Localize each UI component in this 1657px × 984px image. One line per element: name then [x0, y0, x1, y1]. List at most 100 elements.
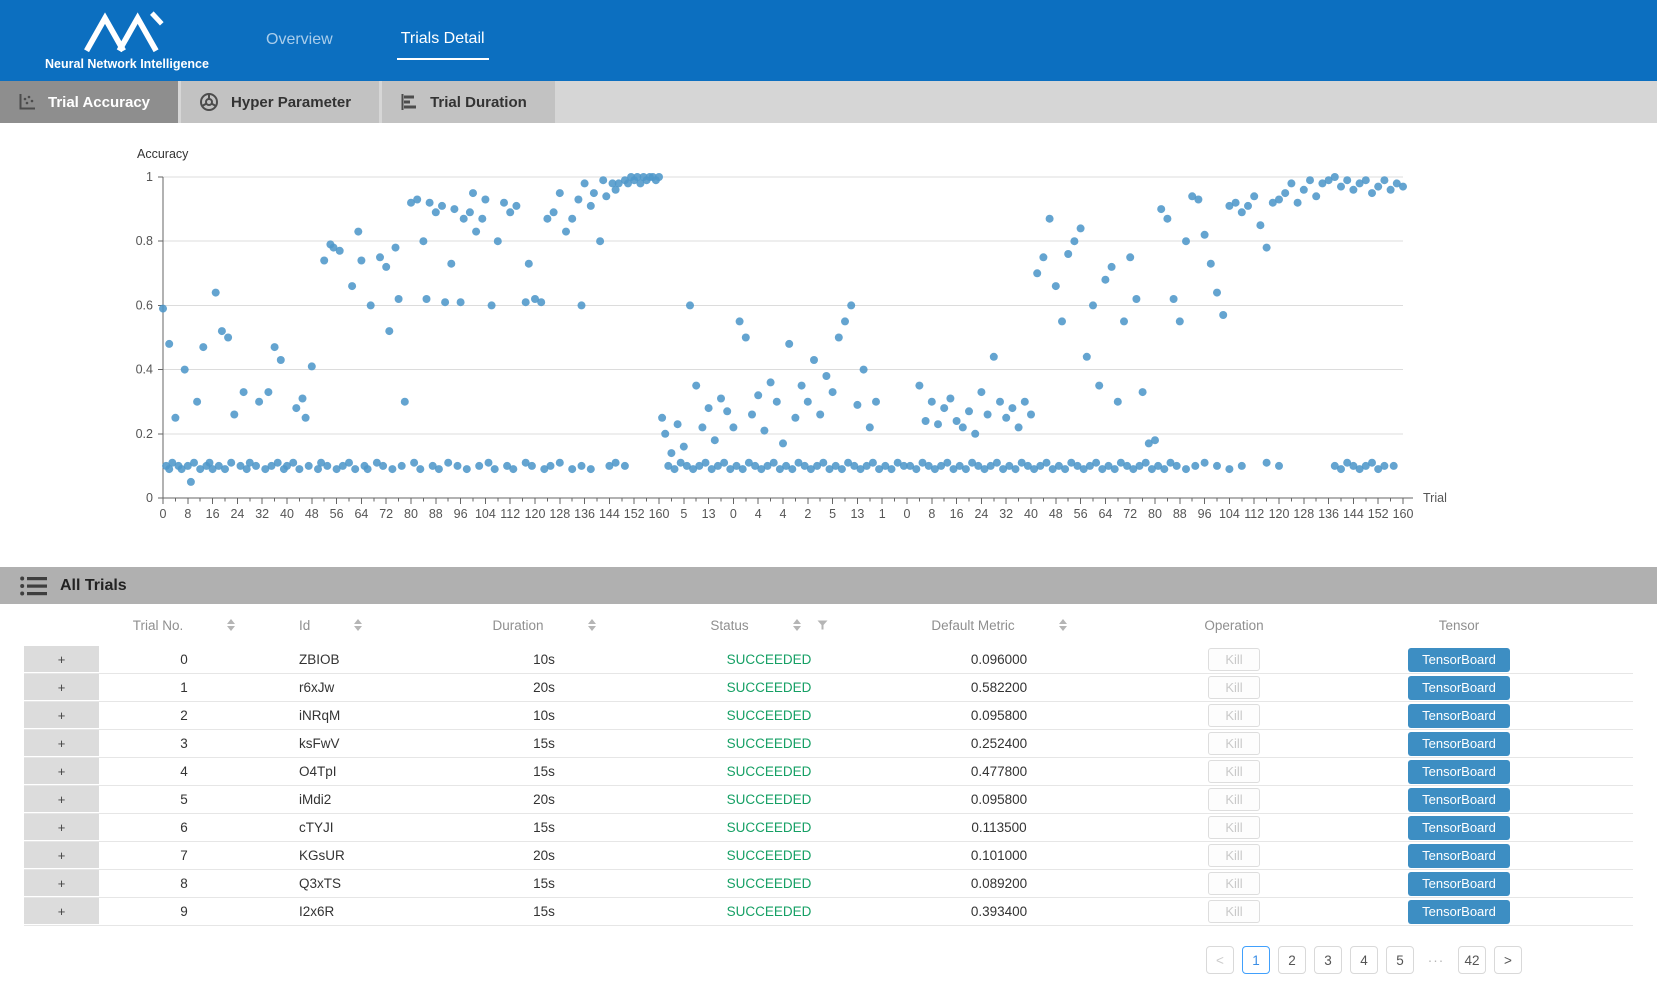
status-badge: SUCCEEDED: [669, 708, 869, 723]
tensorboard-button[interactable]: TensorBoard: [1408, 704, 1510, 728]
header-label: Default Metric: [931, 618, 1014, 633]
next-page-button[interactable]: >: [1494, 946, 1522, 974]
data-point: [804, 398, 812, 406]
data-point: [705, 404, 713, 412]
status-badge: SUCCEEDED: [669, 876, 869, 891]
data-point: [655, 173, 663, 181]
data-point: [1368, 459, 1376, 467]
expand-button[interactable]: +: [24, 786, 99, 812]
page-button-2[interactable]: 2: [1278, 946, 1306, 974]
expand-button[interactable]: +: [24, 730, 99, 756]
tab-trials-detail[interactable]: Trials Detail: [397, 22, 489, 60]
page-button-42[interactable]: 42: [1458, 946, 1486, 974]
tensorboard-button[interactable]: TensorBoard: [1408, 760, 1510, 784]
page-button-4[interactable]: 4: [1350, 946, 1378, 974]
x-tick-label: 32: [999, 507, 1013, 521]
expand-button[interactable]: +: [24, 814, 99, 840]
data-point: [599, 176, 607, 184]
data-point: [1287, 179, 1295, 187]
nav-tabs: Overview Trials Detail: [262, 22, 489, 60]
accuracy-scatter-chart[interactable]: 00.20.40.60.8108162432404856647280889610…: [0, 123, 1657, 567]
kill-button[interactable]: Kill: [1208, 676, 1260, 699]
tensorboard-button[interactable]: TensorBoard: [1408, 844, 1510, 868]
trial-no-cell: 8: [99, 876, 269, 891]
data-point: [469, 189, 477, 197]
table-row: + 9 I2x6R 15s SUCCEEDED 0.393400 Kill Te…: [24, 898, 1633, 926]
data-point: [478, 215, 486, 223]
tab-overview[interactable]: Overview: [262, 23, 337, 59]
id-cell: KGsUR: [269, 848, 419, 863]
data-point: [674, 420, 682, 428]
subtab-trial-accuracy[interactable]: Trial Accuracy: [0, 81, 178, 123]
page-button-1[interactable]: 1: [1242, 946, 1270, 974]
tensorboard-button[interactable]: TensorBoard: [1408, 872, 1510, 896]
x-tick-label: 56: [1074, 507, 1088, 521]
data-point: [1337, 465, 1345, 473]
header-label: Tensor: [1439, 618, 1480, 633]
x-tick-label: 160: [649, 507, 670, 521]
filter-icon[interactable]: [817, 620, 828, 630]
duration-cell: 20s: [419, 848, 669, 863]
duration-cell: 10s: [419, 708, 669, 723]
subtab-trial-duration[interactable]: Trial Duration: [382, 81, 555, 123]
x-tick-label: 144: [1343, 507, 1364, 521]
data-point: [512, 202, 520, 210]
expand-button[interactable]: +: [24, 870, 99, 896]
page-button-3[interactable]: 3: [1314, 946, 1342, 974]
kill-button[interactable]: Kill: [1208, 788, 1260, 811]
data-point: [1170, 295, 1178, 303]
expand-button[interactable]: +: [24, 842, 99, 868]
kill-button[interactable]: Kill: [1208, 900, 1260, 923]
expand-button[interactable]: +: [24, 758, 99, 784]
data-point: [419, 237, 427, 245]
tensorboard-button[interactable]: TensorBoard: [1408, 648, 1510, 672]
data-point: [767, 378, 775, 386]
expand-button[interactable]: +: [24, 674, 99, 700]
trial-no-cell: 5: [99, 792, 269, 807]
kill-button[interactable]: Kill: [1208, 704, 1260, 727]
subtab-label: Trial Accuracy: [48, 94, 150, 111]
data-point: [423, 295, 431, 303]
kill-button[interactable]: Kill: [1208, 816, 1260, 839]
data-point: [785, 340, 793, 348]
data-point: [1331, 173, 1339, 181]
data-point: [1250, 192, 1258, 200]
kill-button[interactable]: Kill: [1208, 732, 1260, 755]
expand-button[interactable]: +: [24, 898, 99, 924]
data-point: [1151, 436, 1159, 444]
sort-icon[interactable]: [588, 619, 596, 631]
duration-cell: 15s: [419, 736, 669, 751]
x-tick-label: 13: [850, 507, 864, 521]
sort-icon[interactable]: [793, 619, 801, 631]
data-point: [299, 395, 307, 403]
expand-button[interactable]: +: [24, 646, 99, 672]
kill-button[interactable]: Kill: [1208, 760, 1260, 783]
data-point: [698, 423, 706, 431]
prev-page-button[interactable]: <: [1206, 946, 1234, 974]
sort-icon[interactable]: [1059, 619, 1067, 631]
page-ellipsis[interactable]: ···: [1422, 946, 1450, 974]
data-point: [193, 398, 201, 406]
tensorboard-button[interactable]: TensorBoard: [1408, 816, 1510, 840]
all-trials-title: All Trials: [60, 577, 127, 595]
data-point: [1306, 176, 1314, 184]
sort-icon[interactable]: [354, 619, 362, 631]
header-duration: Duration: [419, 618, 669, 633]
data-point: [302, 414, 310, 422]
sort-icon[interactable]: [227, 619, 235, 631]
expand-button[interactable]: +: [24, 702, 99, 728]
tensorboard-button[interactable]: TensorBoard: [1408, 732, 1510, 756]
page-button-5[interactable]: 5: [1386, 946, 1414, 974]
tensorboard-button[interactable]: TensorBoard: [1408, 900, 1510, 924]
data-point: [1380, 176, 1388, 184]
kill-button[interactable]: Kill: [1208, 648, 1260, 671]
kill-button[interactable]: Kill: [1208, 844, 1260, 867]
kill-button[interactable]: Kill: [1208, 872, 1260, 895]
tensorboard-button[interactable]: TensorBoard: [1408, 788, 1510, 812]
data-point: [866, 423, 874, 431]
data-point: [336, 247, 344, 255]
y-tick-label: 0.4: [136, 363, 153, 377]
subtab-hyper-parameter[interactable]: Hyper Parameter: [181, 81, 379, 123]
data-point: [729, 423, 737, 431]
tensorboard-button[interactable]: TensorBoard: [1408, 676, 1510, 700]
